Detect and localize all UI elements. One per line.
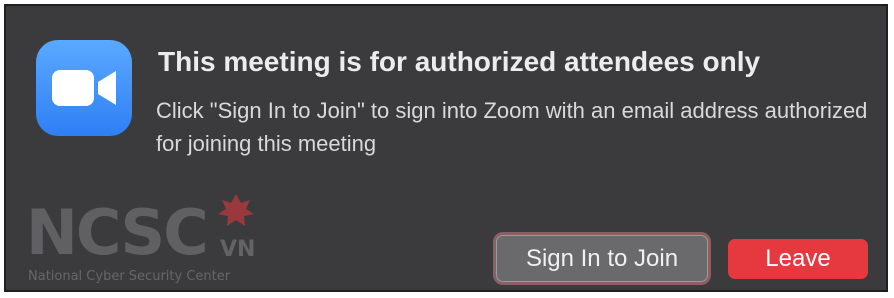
- watermark-logo-text: NCSC: [26, 196, 207, 269]
- leave-button[interactable]: Leave: [728, 239, 868, 279]
- watermark-suffix: VN: [220, 237, 255, 262]
- dialog-title: This meeting is for authorized attendees…: [158, 46, 761, 77]
- sign-in-to-join-label: Sign In to Join: [496, 235, 708, 282]
- dialog-message: Click "Sign In to Join" to sign into Zoo…: [156, 98, 868, 156]
- star-mark-icon: [218, 194, 254, 226]
- meeting-auth-dialog: This meeting is for authorized attendees…: [4, 4, 888, 292]
- video-camera-icon: [52, 70, 116, 106]
- zoom-app-icon: [36, 40, 132, 136]
- sign-in-to-join-button[interactable]: Sign In to Join: [493, 232, 711, 285]
- ncsc-watermark-logo: NCSC VN National Cyber Security Center: [26, 194, 255, 284]
- watermark-tagline: National Cyber Security Center: [28, 269, 231, 284]
